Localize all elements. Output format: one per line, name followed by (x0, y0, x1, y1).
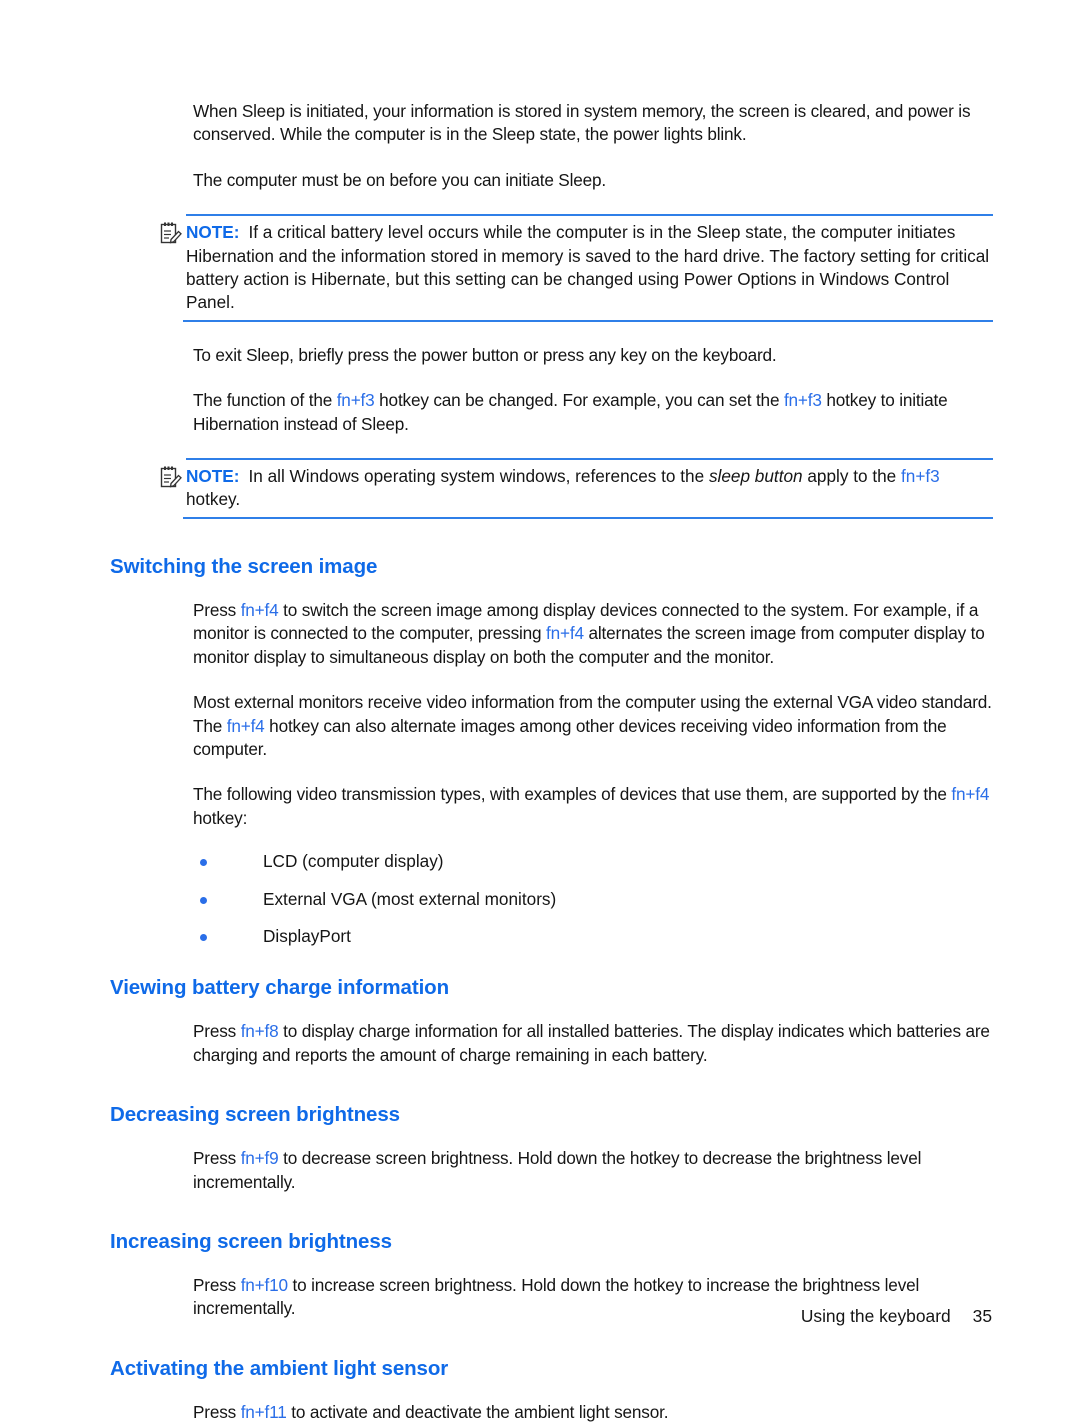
text-run: to decrease screen brightness. Hold down… (193, 1148, 922, 1192)
intro-block: When Sleep is initiated, your informatio… (193, 100, 993, 192)
paragraph: Press fn+f11 to activate and deactivate … (193, 1401, 993, 1424)
hotkey-fn-f4: fn+f4 (546, 623, 584, 644)
paragraph: Press fn+f4 to switch the screen image a… (193, 599, 993, 669)
bullet-dot-icon (200, 933, 207, 941)
hotkey-fn-f3: fn+f3 (901, 466, 940, 487)
note-label: NOTE: (186, 466, 240, 487)
text-run: The following video transmission types, … (193, 784, 952, 805)
footer-page-number: 35 (972, 1306, 992, 1326)
section-decreasing-brightness: Decreasing screen brightness (110, 1103, 993, 1127)
bullet-dot-icon (200, 896, 207, 904)
text-run: Press (193, 1021, 241, 1042)
list-item: LCD (computer display) (193, 850, 993, 873)
note-callout-1: NOTE: If a critical battery level occurs … (160, 214, 993, 322)
hotkey-fn-f4: fn+f4 (240, 599, 279, 620)
note-callout-2: NOTE: In all Windows operating system win… (160, 458, 993, 519)
paragraph: The following video transmission types, … (193, 783, 993, 830)
text-run: Press (193, 599, 241, 620)
section-ambient-light-sensor: Activating the ambient light sensor (110, 1357, 993, 1381)
sleep-exit-paragraph-1: To exit Sleep, briefly press the power b… (193, 344, 777, 365)
section-heading: Viewing battery charge information (110, 976, 450, 1000)
section-viewing-battery-body: Press fn+f8 to display charge informatio… (193, 1020, 993, 1067)
section-switching-screen-image: Switching the screen image (110, 555, 993, 579)
section-heading: Activating the ambient light sensor (110, 1356, 449, 1380)
section-viewing-battery-charge: Viewing battery charge information (110, 976, 993, 1000)
hotkey-fn-f8: fn+f8 (240, 1021, 279, 1042)
section-decreasing-brightness-body: Press fn+f9 to decrease screen brightnes… (193, 1147, 993, 1194)
paragraph: Most external monitors receive video inf… (193, 691, 993, 761)
text-run: The function of the (193, 390, 337, 411)
text-run: to activate and deactivate the ambient l… (286, 1401, 669, 1422)
hotkey-fn-f4: fn+f4 (226, 715, 265, 736)
list-item-label: External VGA (most external monitors) (263, 888, 557, 909)
list-item: External VGA (most external monitors) (193, 888, 993, 911)
list-item-label: LCD (computer display) (263, 851, 444, 872)
hotkey-fn-f3: fn+f3 (783, 390, 822, 411)
text-run: hotkey can be changed. For example, you … (374, 390, 784, 411)
list-item: DisplayPort (193, 925, 993, 948)
page-footer: Using the keyboard 35 (0, 1306, 1080, 1327)
bullet-dot-icon (200, 859, 207, 867)
text-run: to display charge information for all in… (193, 1021, 990, 1065)
note-label: NOTE: (186, 222, 240, 243)
sleep-exit-block: To exit Sleep, briefly press the power b… (193, 344, 993, 436)
text-run: hotkey can also alternate images among o… (193, 715, 947, 759)
hotkey-fn-f4: fn+f4 (951, 784, 990, 805)
text-run: hotkey. (186, 489, 241, 510)
text-run: Press (193, 1401, 241, 1422)
note-text: If a critical battery level occurs while… (186, 222, 990, 313)
section-heading: Decreasing screen brightness (110, 1103, 400, 1127)
note-bottom-rule (183, 516, 993, 519)
section-heading: Increasing screen brightness (110, 1229, 392, 1253)
document-page: When Sleep is initiated, your informatio… (0, 0, 1080, 1422)
text-run: In all Windows operating system windows,… (248, 466, 709, 487)
note-clipboard-pencil-icon (160, 465, 182, 489)
text-run: hotkey: (193, 807, 248, 828)
intro-paragraph-1: When Sleep is initiated, your informatio… (193, 101, 971, 145)
video-transmission-types-list: LCD (computer display) External VGA (mos… (193, 850, 993, 948)
hotkey-fn-f11: fn+f11 (240, 1401, 287, 1422)
intro-paragraph-2: The computer must be on before you can i… (193, 169, 607, 190)
text-run: Press (193, 1148, 241, 1169)
hotkey-fn-f3: fn+f3 (336, 390, 375, 411)
note-body-1: NOTE: If a critical battery level occurs … (160, 216, 993, 317)
hotkey-fn-f10: fn+f10 (240, 1274, 288, 1295)
footer-section-label: Using the keyboard (800, 1306, 951, 1326)
paragraph: Press fn+f9 to decrease screen brightnes… (193, 1147, 993, 1194)
section-increasing-brightness: Increasing screen brightness (110, 1230, 993, 1254)
sleep-exit-paragraph-2: The function of the fn+f3 hotkey can be … (193, 389, 993, 436)
section-ambient-light-sensor-body: Press fn+f11 to activate and deactivate … (193, 1401, 993, 1424)
text-run: apply to the (802, 466, 902, 487)
text-run: Press (193, 1274, 241, 1295)
note-body-2: NOTE: In all Windows operating system win… (160, 460, 993, 514)
section-heading: Switching the screen image (110, 554, 378, 578)
list-item-label: DisplayPort (263, 925, 351, 946)
hotkey-fn-f9: fn+f9 (240, 1148, 279, 1169)
sleep-button-emphasis: sleep button (708, 466, 803, 487)
note-bottom-rule (183, 319, 993, 322)
note-clipboard-pencil-icon (160, 221, 182, 245)
section-switching-body: Press fn+f4 to switch the screen image a… (193, 599, 993, 948)
paragraph: Press fn+f8 to display charge informatio… (193, 1020, 993, 1067)
